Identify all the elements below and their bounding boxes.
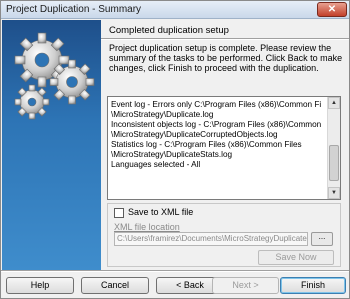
- window-title: Project Duplication - Summary: [6, 4, 142, 15]
- title-bar[interactable]: Project Duplication - Summary ✕: [1, 1, 349, 19]
- browse-button[interactable]: ...: [311, 232, 333, 246]
- save-xml-label[interactable]: Save to XML file: [128, 207, 193, 217]
- save-now-button[interactable]: Save Now: [258, 250, 334, 265]
- summary-line: Event log - Errors only C:\Program Files…: [111, 100, 321, 109]
- next-button[interactable]: Next >: [212, 277, 279, 294]
- heading-divider: [101, 38, 349, 40]
- scroll-down-arrow-icon[interactable]: ▼: [328, 187, 340, 199]
- summary-line: Statistics log - C:\Program Files (x86)\…: [111, 140, 302, 149]
- summary-line: \MicroStrategy\Duplicate.log: [111, 110, 214, 119]
- summary-text: Event log - Errors only C:\Program Files…: [111, 100, 321, 170]
- cancel-button[interactable]: Cancel: [81, 277, 149, 294]
- page-heading: Completed duplication setup: [109, 25, 229, 36]
- wizard-content: Completed duplication setup Project dupl…: [101, 20, 349, 270]
- finish-button[interactable]: Finish: [280, 277, 346, 294]
- close-button[interactable]: ✕: [317, 2, 347, 17]
- summary-line: \MicroStrategy\DuplicateStats.log: [111, 150, 233, 159]
- summary-line: Languages selected - All: [111, 160, 201, 169]
- summary-textbox[interactable]: Event log - Errors only C:\Program Files…: [107, 96, 341, 200]
- gears-icon: [14, 32, 95, 120]
- save-xml-checkbox[interactable]: [114, 208, 124, 218]
- xml-file-location-label: XML file location: [114, 222, 180, 232]
- help-button[interactable]: Help: [6, 277, 74, 294]
- summary-scrollbar[interactable]: ▲ ▼: [327, 97, 340, 199]
- wizard-side-art: [2, 20, 101, 270]
- summary-line: Inconsistent objects log - C:\Program Fi…: [111, 120, 321, 129]
- xml-file-path-input[interactable]: C:\Users\framirez\Documents\MicroStrateg…: [114, 232, 308, 246]
- project-duplication-window: Project Duplication - Summary ✕ Complete…: [0, 0, 350, 299]
- footer-divider: [1, 270, 349, 272]
- xml-save-group: Save to XML file XML file location C:\Us…: [107, 203, 341, 267]
- close-icon: ✕: [327, 4, 337, 15]
- scroll-up-arrow-icon[interactable]: ▲: [328, 97, 340, 109]
- scroll-thumb[interactable]: [329, 145, 339, 181]
- summary-line: \MicroStrategy\DuplicateCorruptedObjects…: [111, 130, 278, 139]
- setup-description: Project duplication setup is complete. P…: [109, 43, 343, 73]
